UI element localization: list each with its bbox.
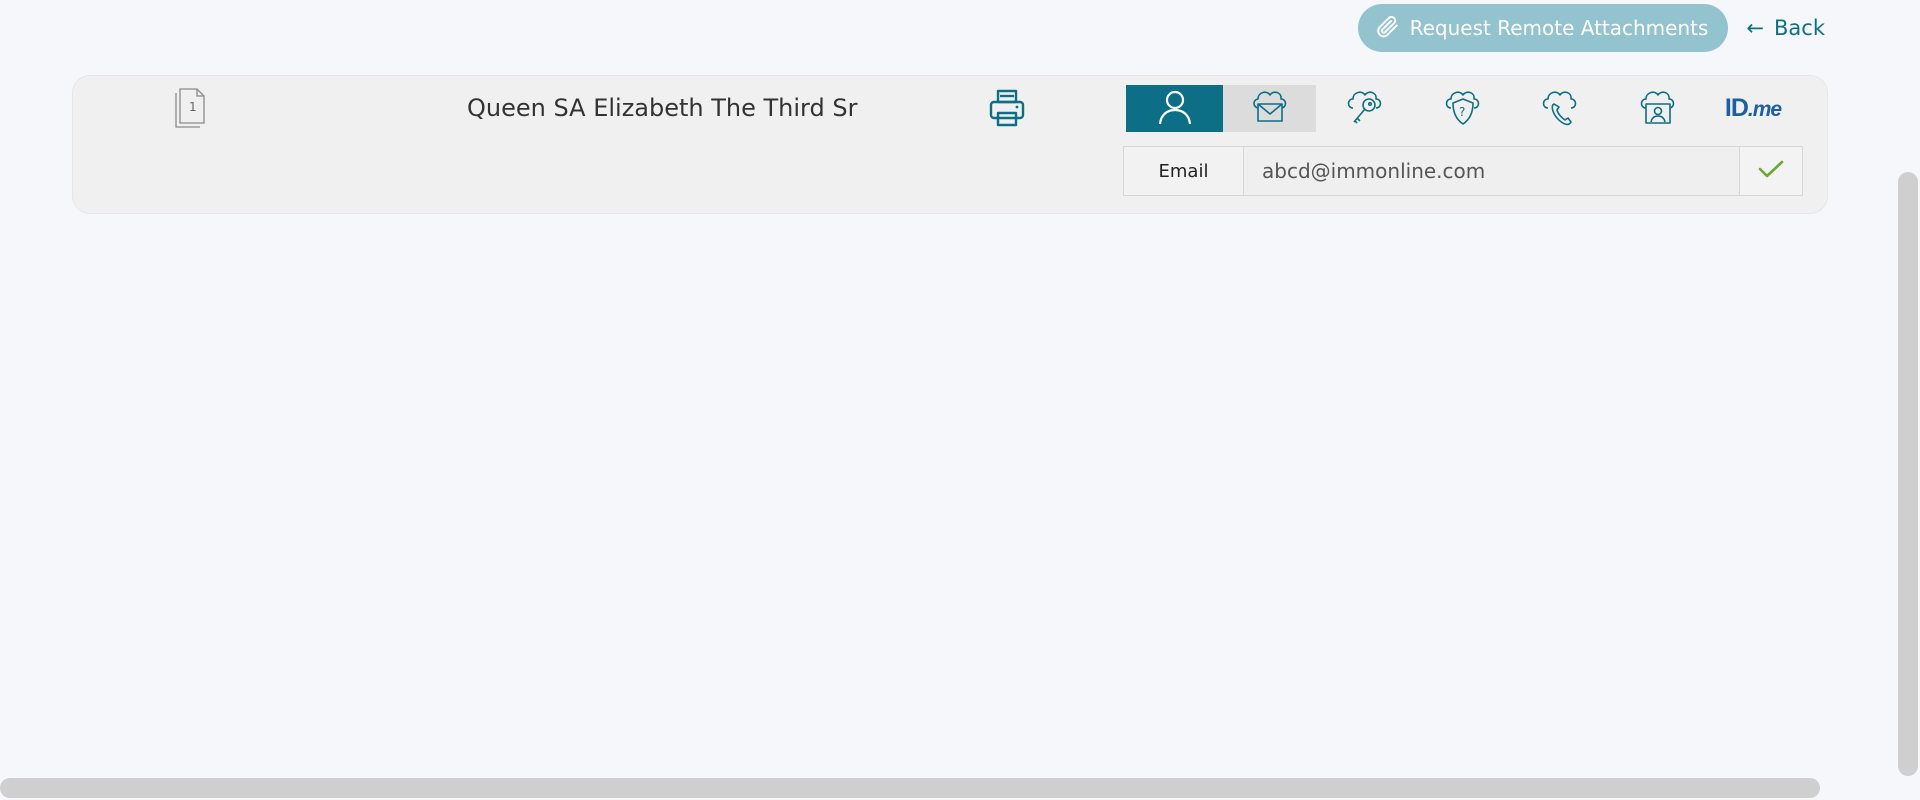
cloud-phone-icon [1539, 86, 1581, 132]
horizontal-scrollbar-thumb[interactable] [0, 778, 1820, 798]
cloud-shield-question-icon: ? [1442, 86, 1484, 132]
checkmark-icon [1758, 159, 1784, 183]
cloud-id-card-icon [1637, 86, 1679, 132]
email-label: Email [1124, 147, 1244, 195]
tab-idme[interactable]: ID.me [1713, 85, 1793, 132]
idme-me-text: me [1752, 98, 1782, 121]
page-count-badge: 1 [189, 100, 197, 114]
idme-logo: ID.me [1724, 94, 1782, 123]
email-field[interactable] [1244, 147, 1739, 195]
record-card: 1 Queen SA Elizabeth The Third Sr ? ID.m… [72, 75, 1828, 214]
arrow-left-icon: ← [1746, 16, 1765, 40]
tab-security-question[interactable]: ? [1433, 85, 1493, 132]
vertical-scrollbar[interactable] [1898, 0, 1920, 800]
documents-icon[interactable]: 1 [173, 87, 207, 129]
request-remote-attachments-button[interactable]: Request Remote Attachments [1357, 4, 1729, 52]
email-confirm-button[interactable] [1739, 147, 1802, 195]
back-label: Back [1774, 16, 1825, 40]
email-row: Email [1123, 146, 1803, 196]
top-bar: Request Remote Attachments ← Back [1357, 4, 1825, 52]
svg-text:?: ? [1459, 105, 1465, 119]
tab-phone[interactable] [1530, 85, 1590, 132]
person-icon [1154, 86, 1196, 132]
tab-email[interactable] [1223, 85, 1316, 132]
cloud-key-icon [1344, 86, 1386, 132]
record-name: Queen SA Elizabeth The Third Sr [467, 94, 858, 122]
vertical-scrollbar-thumb[interactable] [1898, 172, 1918, 776]
printer-icon[interactable] [986, 87, 1028, 129]
idme-id-text: ID [1724, 94, 1749, 122]
back-link[interactable]: ← Back [1746, 16, 1825, 40]
tab-person[interactable] [1126, 85, 1223, 132]
request-remote-attachments-label: Request Remote Attachments [1409, 16, 1709, 40]
cloud-mail-icon [1249, 86, 1291, 132]
tab-id-card[interactable] [1628, 85, 1688, 132]
tab-key[interactable] [1335, 85, 1395, 132]
paperclip-icon [1374, 13, 1400, 44]
